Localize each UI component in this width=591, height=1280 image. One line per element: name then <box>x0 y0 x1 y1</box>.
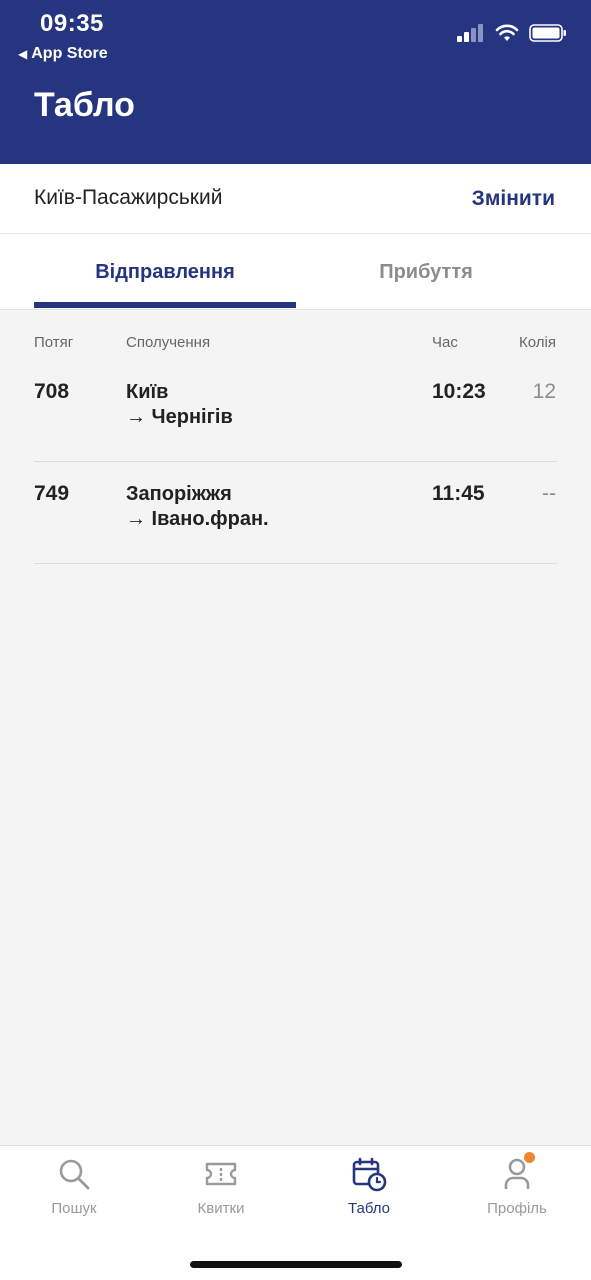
bottom-nav: Пошук Квитки Табло Профіль <box>0 1145 591 1280</box>
active-tab-indicator <box>34 302 296 308</box>
nav-profile-label: Профіль <box>487 1200 547 1217</box>
station-bar: Київ-Пасажирський Змінити <box>0 164 591 234</box>
route-to: → Івано.фран. <box>126 508 269 530</box>
board-tabs: Відправлення Прибуття <box>0 234 591 310</box>
departure-time: 11:45 <box>432 482 485 505</box>
route-from: Запоріжжя <box>126 483 232 505</box>
nav-tickets[interactable]: Квитки <box>166 1154 276 1217</box>
back-to-app-store-link[interactable]: ◀ App Store <box>18 45 108 63</box>
tab-departures[interactable]: Відправлення <box>34 234 296 310</box>
calendar-clock-icon <box>352 1157 387 1192</box>
nav-search-label: Пошук <box>51 1200 97 1217</box>
train-number: 749 <box>34 482 70 505</box>
change-station-button[interactable]: Змінити <box>472 187 555 211</box>
nav-tickets-label: Квитки <box>197 1200 245 1217</box>
route-to: → Чернігів <box>126 406 233 428</box>
status-icons <box>457 24 567 42</box>
page-title: Табло <box>34 86 135 124</box>
column-header-time: Час <box>432 334 458 351</box>
column-header-train: Потяг <box>34 334 74 351</box>
nav-search[interactable]: Пошук <box>19 1154 129 1217</box>
back-label: App Store <box>31 45 108 62</box>
search-icon <box>59 1159 90 1190</box>
route-from: Київ <box>126 381 169 403</box>
departure-time: 10:23 <box>432 380 486 403</box>
battery-icon <box>529 24 566 42</box>
app-header: 09:35 ◀ App Store Табло <box>0 0 591 164</box>
nav-board[interactable]: Табло <box>314 1154 424 1217</box>
table-header: Потяг Сполучення Час Колія <box>0 334 591 356</box>
cellular-signal-icon <box>457 24 483 42</box>
nav-profile[interactable]: Профіль <box>462 1152 572 1217</box>
column-header-route: Сполучення <box>126 334 211 351</box>
table-row[interactable]: 749 Запоріжжя → Івано.фран. 11:45 -- <box>0 462 591 564</box>
track-number: -- <box>542 482 556 505</box>
home-indicator <box>190 1261 402 1268</box>
column-header-track: Колія <box>519 334 556 351</box>
track-number: 12 <box>532 380 556 403</box>
nav-board-label: Табло <box>347 1200 390 1217</box>
notification-dot <box>524 1152 535 1163</box>
departures-list: 708 Київ → Чернігів 10:23 12 749 Запоріж… <box>0 360 591 564</box>
train-number: 708 <box>34 380 70 403</box>
back-triangle-icon: ◀ <box>18 47 28 61</box>
tab-arrivals[interactable]: Прибуття <box>296 234 556 310</box>
table-row[interactable]: 708 Київ → Чернігів 10:23 12 <box>0 360 591 462</box>
station-name: Київ-Пасажирський <box>34 186 223 209</box>
wifi-icon <box>495 24 519 41</box>
ticket-icon <box>205 1162 237 1186</box>
status-time: 09:35 <box>40 10 104 37</box>
